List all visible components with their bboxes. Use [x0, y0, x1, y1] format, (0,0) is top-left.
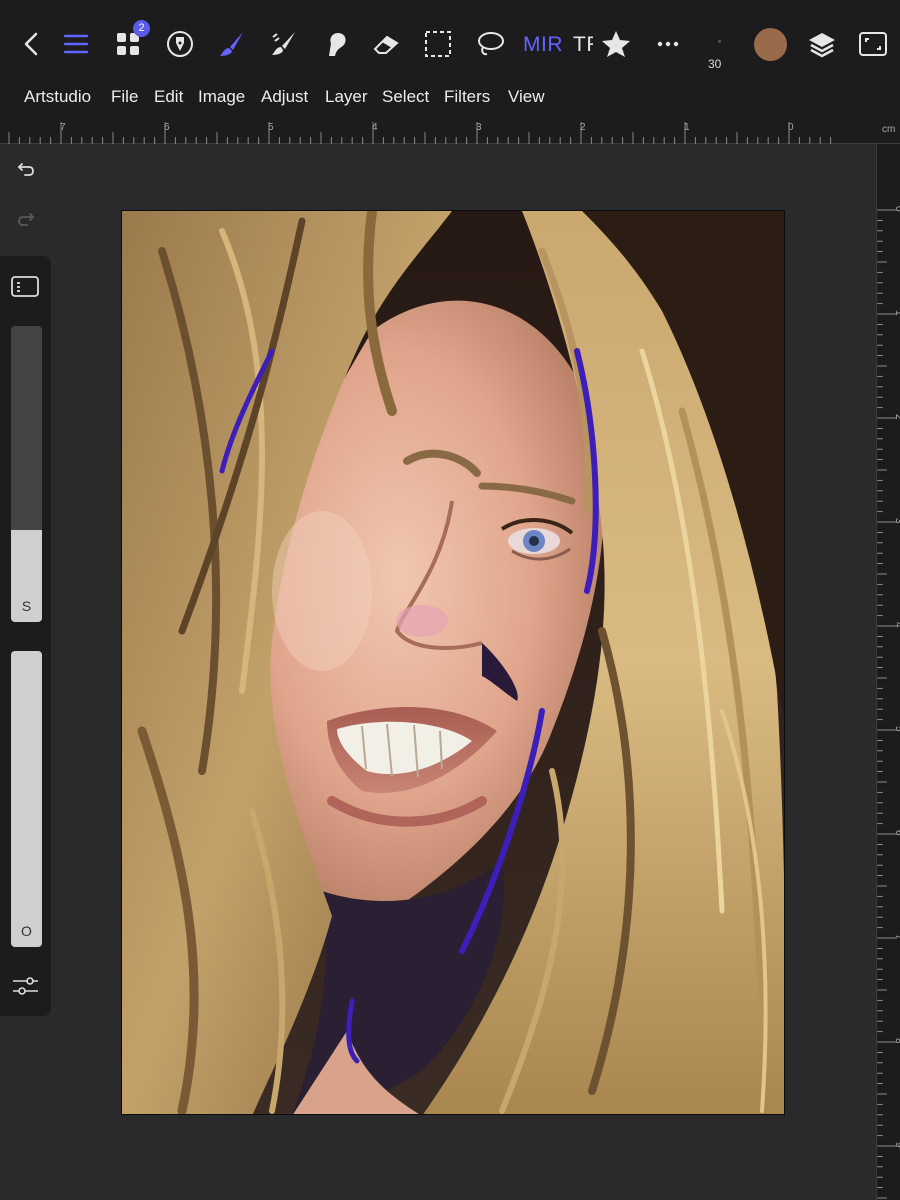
- lasso-icon[interactable]: [472, 26, 508, 62]
- ruler-label: 5: [893, 726, 900, 732]
- menu-edit[interactable]: Edit: [154, 87, 183, 107]
- pen-nib-icon[interactable]: [162, 26, 198, 62]
- ruler-label: 0: [788, 122, 794, 133]
- ruler-label: 6: [164, 122, 170, 133]
- hamburger-menu-icon[interactable]: [58, 26, 94, 62]
- ellipsis-icon[interactable]: [650, 26, 686, 62]
- layers-icon[interactable]: [804, 26, 840, 62]
- undo-icon[interactable]: [12, 154, 40, 182]
- smudge-brush-icon[interactable]: [266, 26, 302, 62]
- horizontal-ruler: 7 6 5 4 3 2 1 0: [0, 118, 900, 144]
- drawing-canvas[interactable]: [121, 210, 785, 1115]
- ruler-label: 2: [893, 414, 900, 420]
- opacity-slider-fill: [11, 651, 42, 947]
- ruler-label: 7: [60, 122, 66, 133]
- opacity-slider[interactable]: O: [11, 651, 42, 947]
- chevron-left-icon[interactable]: [14, 26, 50, 62]
- color-swatch[interactable]: [754, 28, 787, 61]
- menu-image[interactable]: Image: [198, 87, 245, 107]
- brush-size-slider-label: S: [21, 598, 32, 614]
- opacity-slider-label: O: [21, 923, 32, 939]
- ruler-label: 3: [893, 518, 900, 524]
- panel-toggle-icon[interactable]: [10, 274, 42, 300]
- ruler-label: 8: [893, 1038, 900, 1044]
- ruler-label: 0: [893, 206, 900, 212]
- menu-bar: Artstudio File Edit Image Adjust Layer S…: [0, 82, 900, 118]
- brush-size-value[interactable]: 30: [708, 57, 721, 71]
- menu-filters[interactable]: Filters: [444, 87, 490, 107]
- menu-file[interactable]: File: [111, 87, 138, 107]
- ruler-label: 1: [893, 310, 900, 316]
- mirror-button[interactable]: MIR: [523, 33, 563, 57]
- dashed-rectangle-icon[interactable]: [420, 26, 456, 62]
- fullscreen-icon[interactable]: [855, 26, 891, 62]
- brush-size-preview: [718, 40, 721, 43]
- grid-icon[interactable]: 2: [110, 20, 150, 62]
- painting-artwork: [122, 211, 784, 1114]
- ruler-label: 5: [268, 122, 274, 133]
- ruler-label: 1: [684, 122, 690, 133]
- ruler-label: 6: [893, 830, 900, 836]
- ruler-label: 2: [580, 122, 586, 133]
- menu-select[interactable]: Select: [382, 87, 429, 107]
- menu-artstudio[interactable]: Artstudio: [24, 87, 91, 107]
- star-icon[interactable]: [598, 26, 634, 62]
- ruler-label: 7: [893, 934, 900, 940]
- ruler-unit: cm: [882, 124, 896, 135]
- ruler-label: 3: [476, 122, 482, 133]
- vertical-ruler: 0 1 2 3 4 5 6 7 8 9: [876, 144, 900, 1200]
- brush-size-slider[interactable]: S: [11, 326, 42, 622]
- eraser-icon[interactable]: [368, 26, 404, 62]
- paintbrush-icon[interactable]: [214, 26, 250, 62]
- top-toolbar: 2 MIR TF 30: [0, 0, 900, 82]
- menu-view[interactable]: View: [508, 87, 545, 107]
- transform-button[interactable]: TF: [573, 33, 593, 57]
- gallery-badge: 2: [133, 20, 150, 37]
- redo-icon[interactable]: [12, 204, 40, 232]
- sliders-settings-icon[interactable]: [10, 972, 42, 1000]
- side-panel: S O: [0, 256, 51, 1016]
- menu-adjust[interactable]: Adjust: [261, 87, 308, 107]
- ruler-label: 4: [893, 622, 900, 628]
- ruler-label: 4: [372, 122, 378, 133]
- menu-layer[interactable]: Layer: [325, 87, 368, 107]
- blend-icon[interactable]: [318, 26, 354, 62]
- ruler-label: 9: [893, 1142, 900, 1148]
